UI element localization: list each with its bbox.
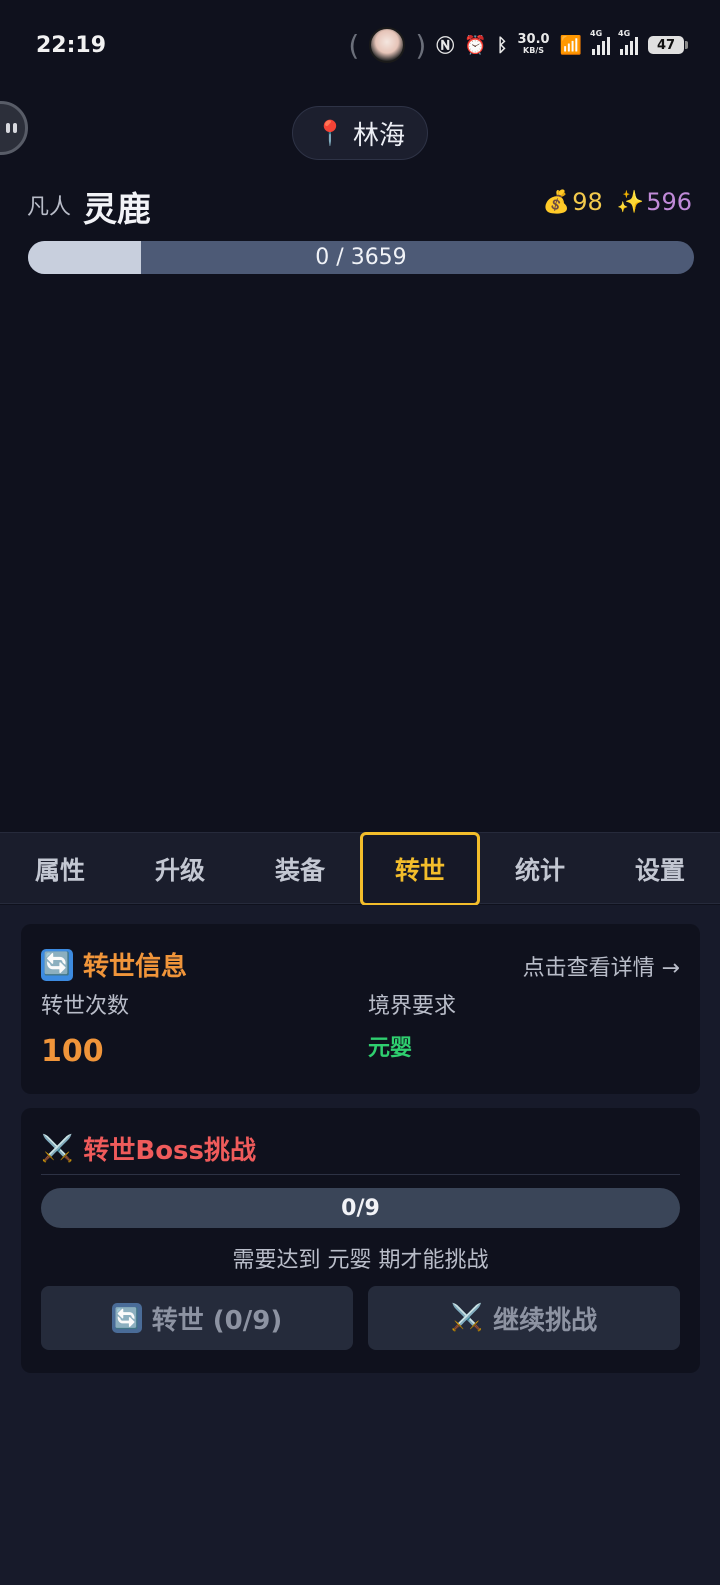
tab-settings[interactable]: 设置	[600, 833, 720, 905]
alarm-icon: ⏰	[464, 34, 487, 56]
money-bag-icon: 💰	[542, 189, 571, 215]
continue-challenge-button[interactable]: ⚔️ 继续挑战	[368, 1286, 680, 1350]
view-details-link[interactable]: 点击查看详情 →	[523, 950, 680, 982]
map-pin-icon: 📍	[315, 119, 345, 147]
bluetooth-icon: ᛒ	[496, 34, 508, 56]
signal-icon: 4G	[618, 29, 638, 55]
rebirth-button[interactable]: 🔄 转世 (0/9)	[41, 1286, 353, 1350]
tab-upgrade[interactable]: 升级	[120, 833, 240, 905]
realm-requirement-label: 境界要求	[368, 994, 457, 1019]
gold-counter: 💰 98	[542, 188, 603, 216]
avatar[interactable]	[369, 27, 406, 63]
net-speed: 30.0 KB/S	[517, 32, 550, 55]
exp-progress-bar: 0 / 3659	[28, 241, 694, 274]
rebirth-count-label: 转世次数	[41, 994, 130, 1019]
signal-icon: 4G	[590, 29, 610, 55]
challenge-requirement-text: 需要达到 元婴 期才能挑战	[232, 1248, 489, 1273]
nfc-icon: Ⓝ	[436, 36, 455, 57]
exp-progress-text: 0 / 3659	[315, 245, 407, 270]
currency-display: 💰 98 ✨ 596	[543, 188, 692, 216]
battery-icon: 47	[648, 36, 688, 54]
location-pill[interactable]: 📍 林海	[292, 106, 428, 160]
crossed-swords-icon: ⚔️	[450, 1303, 484, 1333]
side-menu-button[interactable]	[0, 101, 28, 155]
boss-challenge-card: ⚔️ 转世Boss挑战 0/9 需要达到 元婴 期才能挑战 🔄 转世 (0/9)…	[21, 1108, 700, 1373]
status-bar: 22:19 ( ) Ⓝ ⏰ ᛒ 30.0 KB/S 📶 4G 4G 47	[0, 0, 720, 90]
tab-attributes[interactable]: 属性	[0, 833, 120, 905]
main-tab-bar: 属性 升级 装备 转世 统计 设置	[0, 832, 720, 906]
wifi-icon: 📶	[559, 34, 582, 56]
sparkles-icon: ✨	[616, 189, 645, 215]
tab-rebirth[interactable]: 转世	[360, 832, 480, 906]
tab-statistics[interactable]: 统计	[480, 833, 600, 905]
spirit-counter: ✨ 596	[616, 188, 692, 216]
divider	[41, 1174, 680, 1175]
rebirth-info-title: 🔄 转世信息	[41, 946, 187, 983]
rebirth-info-card: 🔄 转世信息 点击查看详情 → 转世次数 100 境界要求 元婴	[21, 924, 700, 1094]
crossed-swords-icon: ⚔️	[41, 1133, 74, 1164]
rebirth-icon: 🔄	[111, 1303, 142, 1333]
location-name: 林海	[352, 120, 405, 151]
rebirth-count-value: 100	[41, 1034, 104, 1069]
status-time: 22:19	[36, 32, 107, 58]
boss-challenge-title: ⚔️ 转世Boss挑战	[41, 1133, 257, 1167]
rebirth-icon: 🔄	[41, 948, 73, 981]
status-icons: ( ) Ⓝ ⏰ ᛒ 30.0 KB/S 📶 4G 4G 47	[348, 24, 688, 66]
realm-requirement-value: 元婴	[368, 1036, 413, 1061]
player-name: 灵鹿	[83, 190, 151, 230]
tab-equipment[interactable]: 装备	[240, 833, 360, 905]
player-rank: 凡人	[27, 195, 72, 220]
boss-progress-bar: 0/9	[41, 1188, 680, 1228]
